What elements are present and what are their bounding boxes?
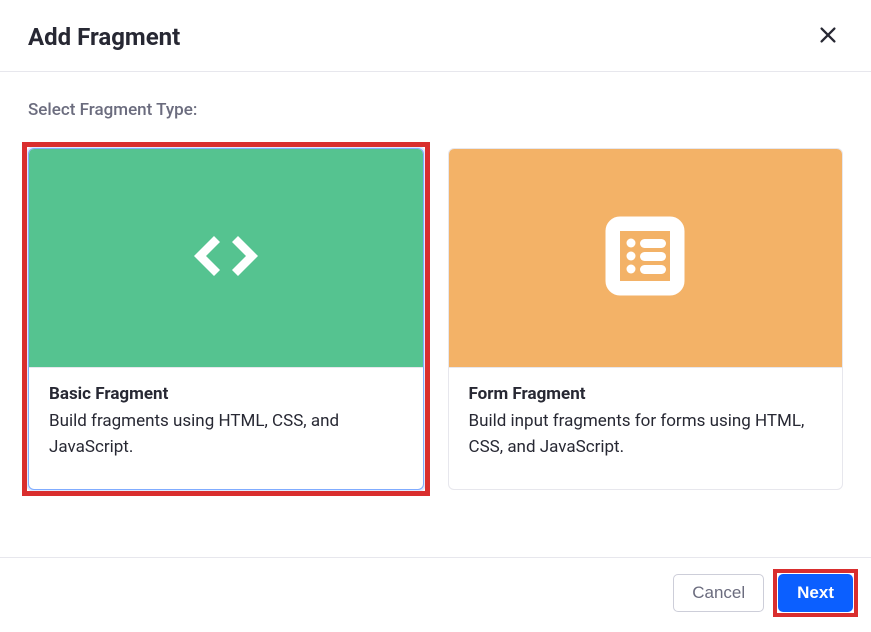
fragment-type-cards: Basic Fragment Build fragments using HTM…: [28, 148, 843, 490]
card-wrap-basic: Basic Fragment Build fragments using HTM…: [28, 148, 424, 490]
card-basic-description: Build fragments using HTML, CSS, and Jav…: [49, 408, 403, 461]
next-button-wrap: Next: [778, 574, 853, 612]
card-basic-info: Basic Fragment Build fragments using HTM…: [29, 367, 423, 489]
card-basic-title: Basic Fragment: [49, 384, 403, 404]
add-fragment-modal: Add Fragment Select Fragment Type:: [0, 0, 871, 632]
next-button[interactable]: Next: [778, 574, 853, 612]
modal-body: Select Fragment Type: Basic Fragment: [0, 72, 871, 557]
modal-title: Add Fragment: [28, 23, 180, 51]
card-form-info: Form Fragment Build input fragments for …: [449, 367, 843, 489]
card-form-image: [449, 149, 843, 367]
card-form-description: Build input fragments for forms using HT…: [469, 408, 823, 461]
modal-footer: Cancel Next: [0, 557, 871, 632]
form-list-icon: [602, 213, 688, 303]
close-button[interactable]: [813, 20, 843, 53]
close-icon: [817, 34, 839, 49]
code-icon: [184, 230, 268, 286]
card-form-fragment[interactable]: Form Fragment Build input fragments for …: [448, 148, 844, 490]
card-form-title: Form Fragment: [469, 384, 823, 404]
card-basic-image: [29, 149, 423, 367]
cancel-button[interactable]: Cancel: [673, 574, 764, 612]
modal-header: Add Fragment: [0, 0, 871, 72]
section-label: Select Fragment Type:: [28, 100, 843, 120]
card-wrap-form: Form Fragment Build input fragments for …: [448, 148, 844, 490]
card-basic-fragment[interactable]: Basic Fragment Build fragments using HTM…: [28, 148, 424, 490]
